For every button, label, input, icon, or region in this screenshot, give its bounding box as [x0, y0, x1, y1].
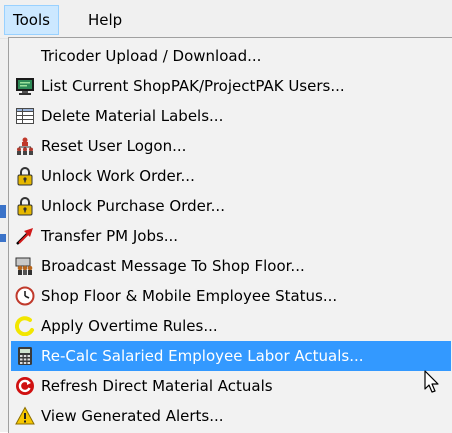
background-selection-fragment — [0, 234, 6, 242]
menu-item-view-generated-alerts[interactable]: View Generated Alerts... — [11, 401, 451, 431]
menu-item-label: Delete Material Labels... — [41, 107, 224, 125]
menu-item-label: Apply Overtime Rules... — [41, 317, 218, 335]
menu-item-label: Unlock Work Order... — [41, 167, 195, 185]
yellow-spinner-icon — [14, 315, 36, 337]
mouse-cursor-icon — [424, 370, 439, 393]
menu-item-shop-floor-employee-status[interactable]: Shop Floor & Mobile Employee Status... — [11, 281, 451, 311]
menu-item-recalc-salaried-labor-actuals[interactable]: Re-Calc Salaried Employee Labor Actuals.… — [11, 341, 451, 371]
menu-tools[interactable]: Tools — [4, 5, 59, 35]
menu-item-transfer-pm-jobs[interactable]: Transfer PM Jobs... — [11, 221, 451, 251]
menu-item-label: Re-Calc Salaried Employee Labor Actuals.… — [41, 347, 364, 365]
menu-item-label: Unlock Purchase Order... — [41, 197, 225, 215]
menu-item-label: Transfer PM Jobs... — [41, 227, 179, 245]
menu-item-list-current-users[interactable]: List Current ShopPAK/ProjectPAK Users... — [11, 71, 451, 101]
clock-icon — [14, 285, 36, 307]
menu-item-unlock-work-order[interactable]: Unlock Work Order... — [11, 161, 451, 191]
warning-triangle-icon — [14, 405, 36, 427]
menu-item-label: Broadcast Message To Shop Floor... — [41, 257, 305, 275]
table-grid-icon — [14, 105, 36, 127]
menu-item-label: Reset User Logon... — [41, 137, 187, 155]
menu-item-broadcast-message[interactable]: Broadcast Message To Shop Floor... — [11, 251, 451, 281]
menu-item-unlock-purchase-order[interactable]: Unlock Purchase Order... — [11, 191, 451, 221]
tools-dropdown-menu: Tricoder Upload / Download... List Curre… — [8, 37, 452, 433]
menu-bar: Tools Help — [0, 0, 452, 39]
menu-item-label: Tricoder Upload / Download... — [41, 47, 262, 65]
red-refresh-icon — [14, 375, 36, 397]
monitor-icon — [14, 75, 36, 97]
broadcast-people-icon — [14, 255, 36, 277]
users-hierarchy-icon — [14, 135, 36, 157]
menu-item-tricoder-upload-download[interactable]: Tricoder Upload / Download... — [11, 41, 451, 71]
menu-item-label: Shop Floor & Mobile Employee Status... — [41, 287, 338, 305]
red-arrow-icon — [14, 225, 36, 247]
menu-item-delete-material-labels[interactable]: Delete Material Labels... — [11, 101, 451, 131]
background-selection-fragment — [0, 205, 6, 218]
padlock-icon — [14, 165, 36, 187]
menu-item-reset-user-logon[interactable]: Reset User Logon... — [11, 131, 451, 161]
menu-item-refresh-direct-material-actuals[interactable]: Refresh Direct Material Actuals — [11, 371, 451, 401]
menu-item-label: Refresh Direct Material Actuals — [41, 377, 273, 395]
menu-help[interactable]: Help — [80, 6, 130, 34]
calculator-icon — [14, 345, 36, 367]
menu-item-label: List Current ShopPAK/ProjectPAK Users... — [41, 77, 345, 95]
menu-item-label: View Generated Alerts... — [41, 407, 224, 425]
menu-item-apply-overtime-rules[interactable]: Apply Overtime Rules... — [11, 311, 451, 341]
padlock-icon — [14, 195, 36, 217]
